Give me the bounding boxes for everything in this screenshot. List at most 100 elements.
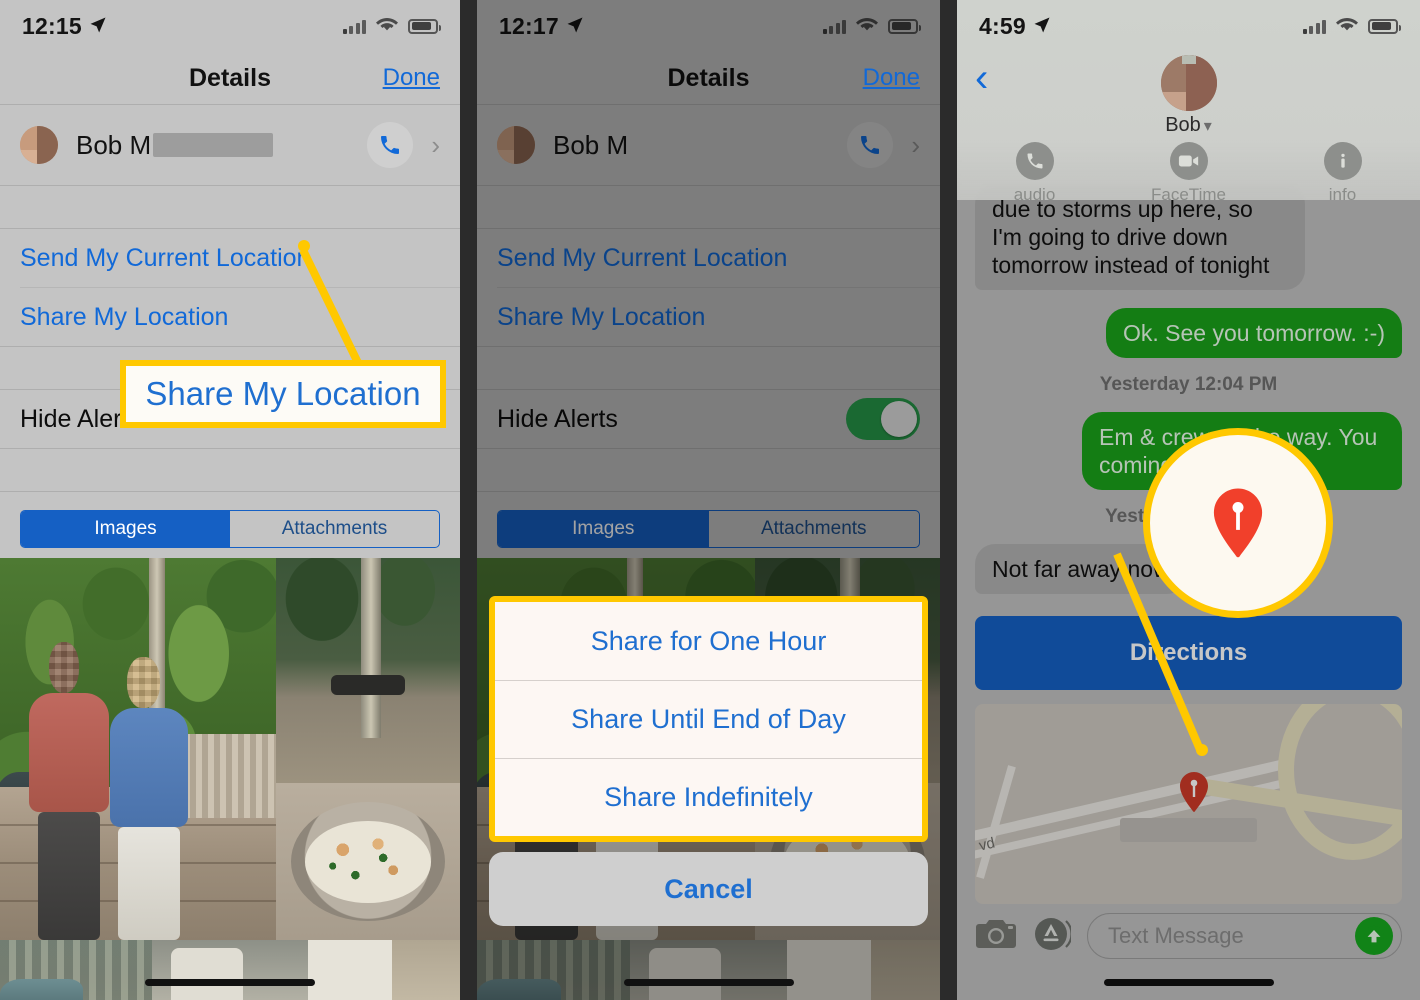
phone-panel-middle: 12:17 Details Done Bob M › Send My Curre… xyxy=(477,0,940,1000)
contact-row[interactable]: Bob M › xyxy=(0,105,460,185)
message-text: Ok. See you tomorrow. :-) xyxy=(1122,320,1385,347)
callout-share-my-location: Share My Location xyxy=(120,360,446,428)
tab-attachments[interactable]: Attachments xyxy=(709,511,920,547)
redacted-name-block xyxy=(153,133,274,157)
row-label: Share My Location xyxy=(20,302,229,331)
status-time: 4:59 xyxy=(979,12,1026,39)
wifi-icon xyxy=(376,16,398,37)
photo-pavement[interactable] xyxy=(308,940,460,1000)
chevron-right-icon[interactable]: › xyxy=(911,130,920,161)
contact-name: Bob M xyxy=(553,129,629,160)
home-indicator xyxy=(623,979,794,986)
images-attachments-segmented[interactable]: Images Attachments xyxy=(497,510,920,548)
send-my-current-location-row[interactable]: Send My Current Location xyxy=(0,229,460,287)
camera-icon[interactable] xyxy=(975,917,1017,956)
home-indicator xyxy=(145,979,315,986)
action-label: info xyxy=(1328,185,1357,204)
cancel-button[interactable]: Cancel xyxy=(489,852,928,926)
back-chevron-icon[interactable]: ‹ xyxy=(975,58,988,98)
tab-images[interactable]: Images xyxy=(498,511,709,547)
contact-row-actions: › xyxy=(367,122,440,168)
message-text: due to storms up here, so I'm going to d… xyxy=(992,196,1270,279)
done-button[interactable]: Done xyxy=(863,64,920,92)
message-input-bar: Text Message xyxy=(957,908,1420,964)
audio-call-action[interactable]: audio xyxy=(987,142,1083,205)
message-timestamp: Yesterday 12:04 PM xyxy=(1099,374,1278,396)
hide-alerts-row[interactable]: Hide Alerts xyxy=(477,390,940,448)
conversation-contact-name[interactable]: Bob ▾ xyxy=(957,114,1420,137)
phone-panel-left: 12:15 Details Done Bob M › Send My Curre… xyxy=(0,0,460,1000)
chevron-down-icon: ▾ xyxy=(1203,118,1212,135)
home-indicator xyxy=(1103,979,1274,986)
info-icon xyxy=(1323,142,1362,180)
segmented-control-wrap: Images Attachments xyxy=(477,492,940,558)
nav-bar-left: Details Done xyxy=(0,52,460,104)
phone-icon[interactable] xyxy=(367,122,414,168)
app-store-icon[interactable] xyxy=(1033,915,1073,958)
status-time: 12:15 xyxy=(22,12,82,39)
text-message-input[interactable]: Text Message xyxy=(1087,913,1402,959)
action-share-indefinitely[interactable]: Share Indefinitely xyxy=(495,758,922,836)
send-arrow-up-icon[interactable] xyxy=(1355,917,1393,955)
location-arrow-icon xyxy=(566,16,584,39)
battery-icon xyxy=(408,18,441,34)
segmented-control-wrap: Images Attachments xyxy=(0,492,460,558)
photo-car-railing[interactable] xyxy=(477,940,630,1000)
map-pin-icon xyxy=(1176,770,1212,814)
video-camera-icon xyxy=(1169,142,1208,180)
photo-chair[interactable] xyxy=(629,940,788,1000)
share-my-location-row[interactable]: Share My Location xyxy=(477,288,940,346)
conversation-header: 4:59 ‹ Bob ▾ audio FaceTime info xyxy=(957,0,1420,204)
facetime-action[interactable]: FaceTime xyxy=(1141,142,1237,205)
share-my-location-row[interactable]: Share My Location xyxy=(0,288,460,346)
contact-row[interactable]: Bob M › xyxy=(477,105,940,185)
status-indicators xyxy=(822,16,921,37)
screenshot-stage: 12:15 Details Done Bob M › Send My Curre… xyxy=(0,0,1420,1000)
message-bubble-outgoing[interactable]: Ok. See you tomorrow. :-) xyxy=(1105,308,1402,359)
nav-bar-middle: Details Done xyxy=(477,52,940,104)
action-sheet-options: Share for One Hour Share Until End of Da… xyxy=(489,596,928,842)
cellular-bars-icon xyxy=(822,19,846,34)
hide-alerts-toggle[interactable] xyxy=(846,398,920,440)
status-time: 12:17 xyxy=(499,12,559,39)
directions-button[interactable]: Directions xyxy=(975,616,1402,691)
row-label: Send My Current Location xyxy=(20,243,311,272)
input-placeholder: Text Message xyxy=(1108,923,1244,948)
row-label: Share My Location xyxy=(497,302,706,331)
tab-images[interactable]: Images xyxy=(21,511,230,547)
share-location-action-sheet: Share for One Hour Share Until End of Da… xyxy=(489,596,928,926)
chevron-right-icon[interactable]: › xyxy=(431,130,440,161)
action-share-until-end-of-day[interactable]: Share Until End of Day xyxy=(495,680,922,758)
phone-icon[interactable] xyxy=(847,122,894,168)
photo-pavement[interactable] xyxy=(787,940,940,1000)
photo-couple-on-deck[interactable] xyxy=(0,558,276,941)
status-indicators xyxy=(1302,16,1401,37)
action-label: audio xyxy=(1013,185,1056,204)
row-label: Hide Alerts xyxy=(497,404,618,433)
send-my-current-location-row[interactable]: Send My Current Location xyxy=(477,229,940,287)
photo-car-railing[interactable] xyxy=(0,940,152,1000)
phone-icon xyxy=(1015,142,1054,180)
tab-attachments[interactable]: Attachments xyxy=(230,511,439,547)
info-action[interactable]: info xyxy=(1295,142,1391,205)
photo-food-plate[interactable] xyxy=(276,782,460,941)
contact-name: Bob xyxy=(1165,114,1201,136)
done-button[interactable]: Done xyxy=(383,64,440,92)
status-bar-middle: 12:17 xyxy=(477,0,940,52)
status-bar-left: 12:15 xyxy=(0,0,460,52)
wifi-icon xyxy=(1336,16,1358,37)
action-share-one-hour[interactable]: Share for One Hour xyxy=(495,602,922,680)
photo-trailcam[interactable] xyxy=(276,558,460,783)
wifi-icon xyxy=(856,16,878,37)
row-label: Send My Current Location xyxy=(497,243,788,272)
magnifier-map-pin xyxy=(1143,428,1333,618)
images-attachments-segmented[interactable]: Images Attachments xyxy=(20,510,440,548)
phone-panel-right: due to storms up here, so I'm going to d… xyxy=(957,0,1420,1000)
battery-icon xyxy=(1368,18,1401,34)
avatar[interactable] xyxy=(1160,55,1217,111)
photo-chair[interactable] xyxy=(151,940,309,1000)
